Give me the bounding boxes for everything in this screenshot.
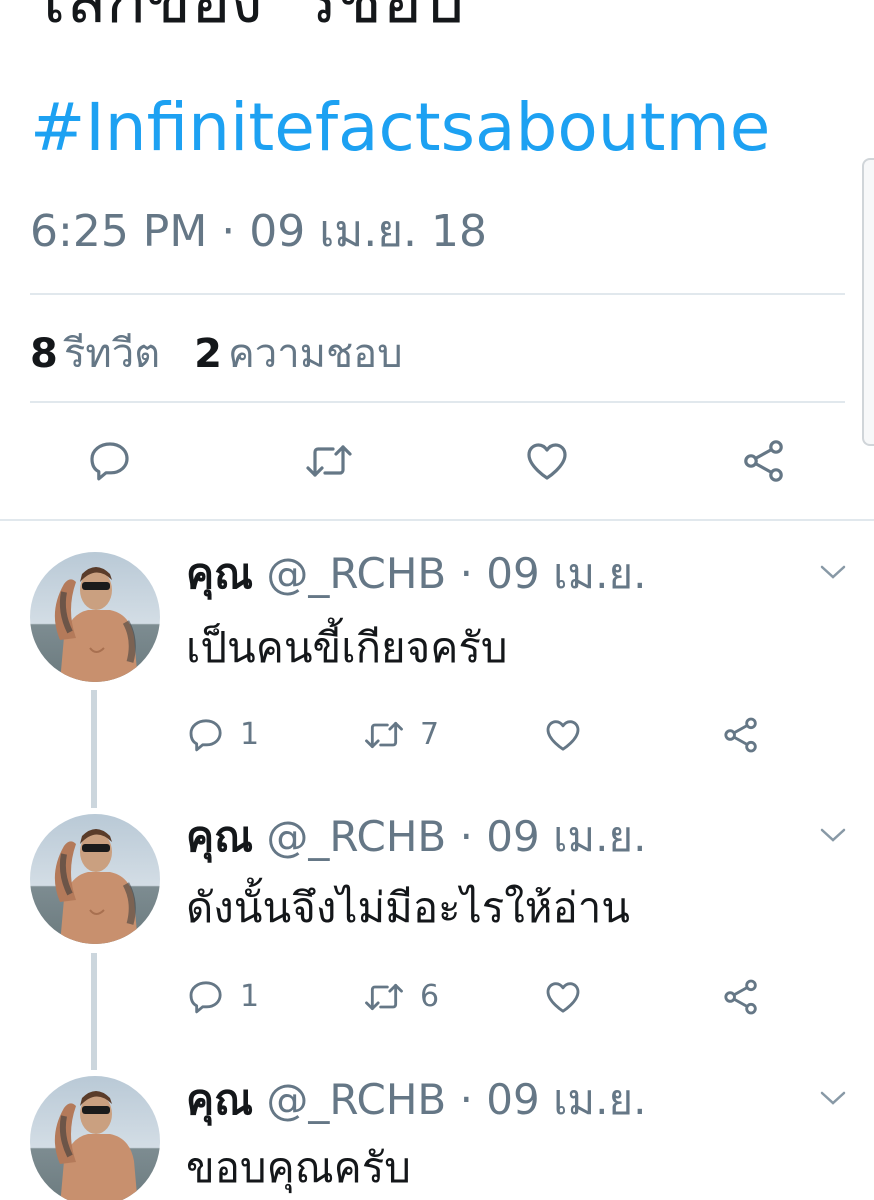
reply-header: คุณ @_RCHB · 09 เม.ย. bbox=[186, 546, 646, 602]
thread-line bbox=[91, 953, 97, 1070]
like-button[interactable] bbox=[543, 977, 583, 1017]
retweet-count: 7 bbox=[420, 717, 440, 752]
retweet-button[interactable]: 7 bbox=[362, 715, 439, 755]
reply-meta: @_RCHB · 09 เม.ย. bbox=[266, 549, 647, 598]
like-button[interactable] bbox=[523, 437, 571, 485]
heart-icon bbox=[546, 720, 580, 751]
chevron-down-icon[interactable] bbox=[818, 1088, 848, 1108]
divider bbox=[30, 293, 845, 295]
retweet-count: 6 bbox=[420, 979, 440, 1014]
retweet-icon bbox=[365, 721, 403, 749]
thread-line bbox=[91, 690, 97, 808]
reply-author-name[interactable]: คุณ bbox=[186, 1075, 253, 1124]
reply-text: ดังนั้นจึงไม่มีอะไรให้อ่าน bbox=[186, 883, 630, 932]
heart-icon bbox=[546, 982, 580, 1013]
reply-author-name[interactable]: คุณ bbox=[186, 812, 253, 861]
avatar[interactable] bbox=[30, 552, 160, 682]
share-button[interactable] bbox=[721, 977, 761, 1017]
heart-icon bbox=[527, 443, 567, 480]
reply-header: คุณ @_RCHB · 09 เม.ย. bbox=[186, 1072, 646, 1128]
share-icon bbox=[744, 440, 783, 482]
tweet-text-line: โลกของ 'รชฮบ' bbox=[30, 0, 483, 40]
chevron-down-icon[interactable] bbox=[818, 562, 848, 582]
like-label[interactable]: ความชอบ bbox=[228, 326, 403, 382]
hashtag-link[interactable]: #Infinitefactsaboutme bbox=[30, 88, 770, 168]
avatar[interactable] bbox=[30, 1076, 160, 1200]
reply-meta: @_RCHB · 09 เม.ย. bbox=[266, 1075, 647, 1124]
divider bbox=[30, 401, 845, 403]
reply-count: 1 bbox=[240, 717, 260, 752]
reply-button[interactable]: 1 bbox=[186, 977, 259, 1017]
like-count[interactable]: 2 bbox=[194, 326, 222, 382]
reply-text: ขอบคุณครับ bbox=[186, 1143, 411, 1192]
avatar[interactable] bbox=[30, 814, 160, 944]
retweet-label[interactable]: รีทวีต bbox=[64, 326, 160, 382]
like-button[interactable] bbox=[543, 715, 583, 755]
tweet-timestamp: 6:25 PM · 09 เม.ย. 18 bbox=[30, 206, 487, 257]
scrollbar-handle[interactable] bbox=[862, 158, 874, 446]
reply-header: คุณ @_RCHB · 09 เม.ย. bbox=[186, 809, 646, 865]
reply-meta: @_RCHB · 09 เม.ย. bbox=[266, 812, 647, 861]
divider bbox=[0, 519, 874, 521]
retweet-icon bbox=[306, 445, 352, 477]
retweet-icon bbox=[365, 983, 403, 1011]
reply-author-name[interactable]: คุณ bbox=[186, 549, 253, 598]
retweet-count[interactable]: 8 bbox=[30, 326, 58, 382]
retweet-button[interactable] bbox=[303, 437, 355, 485]
retweet-button[interactable]: 6 bbox=[362, 977, 439, 1017]
reply-text: เป็นคนขี้เกียจครับ bbox=[186, 623, 508, 672]
reply-icon bbox=[90, 442, 129, 481]
chevron-down-icon[interactable] bbox=[818, 825, 848, 845]
tweet-stats: 8 รีทวีต 2 ความชอบ bbox=[30, 326, 437, 382]
share-button[interactable] bbox=[740, 437, 788, 485]
share-icon bbox=[724, 717, 757, 753]
reply-button[interactable]: 1 bbox=[186, 715, 259, 755]
share-button[interactable] bbox=[721, 715, 761, 755]
share-icon bbox=[724, 979, 757, 1015]
reply-count: 1 bbox=[240, 979, 260, 1014]
reply-icon bbox=[189, 981, 222, 1014]
reply-icon bbox=[189, 719, 222, 752]
reply-button[interactable] bbox=[86, 437, 134, 485]
